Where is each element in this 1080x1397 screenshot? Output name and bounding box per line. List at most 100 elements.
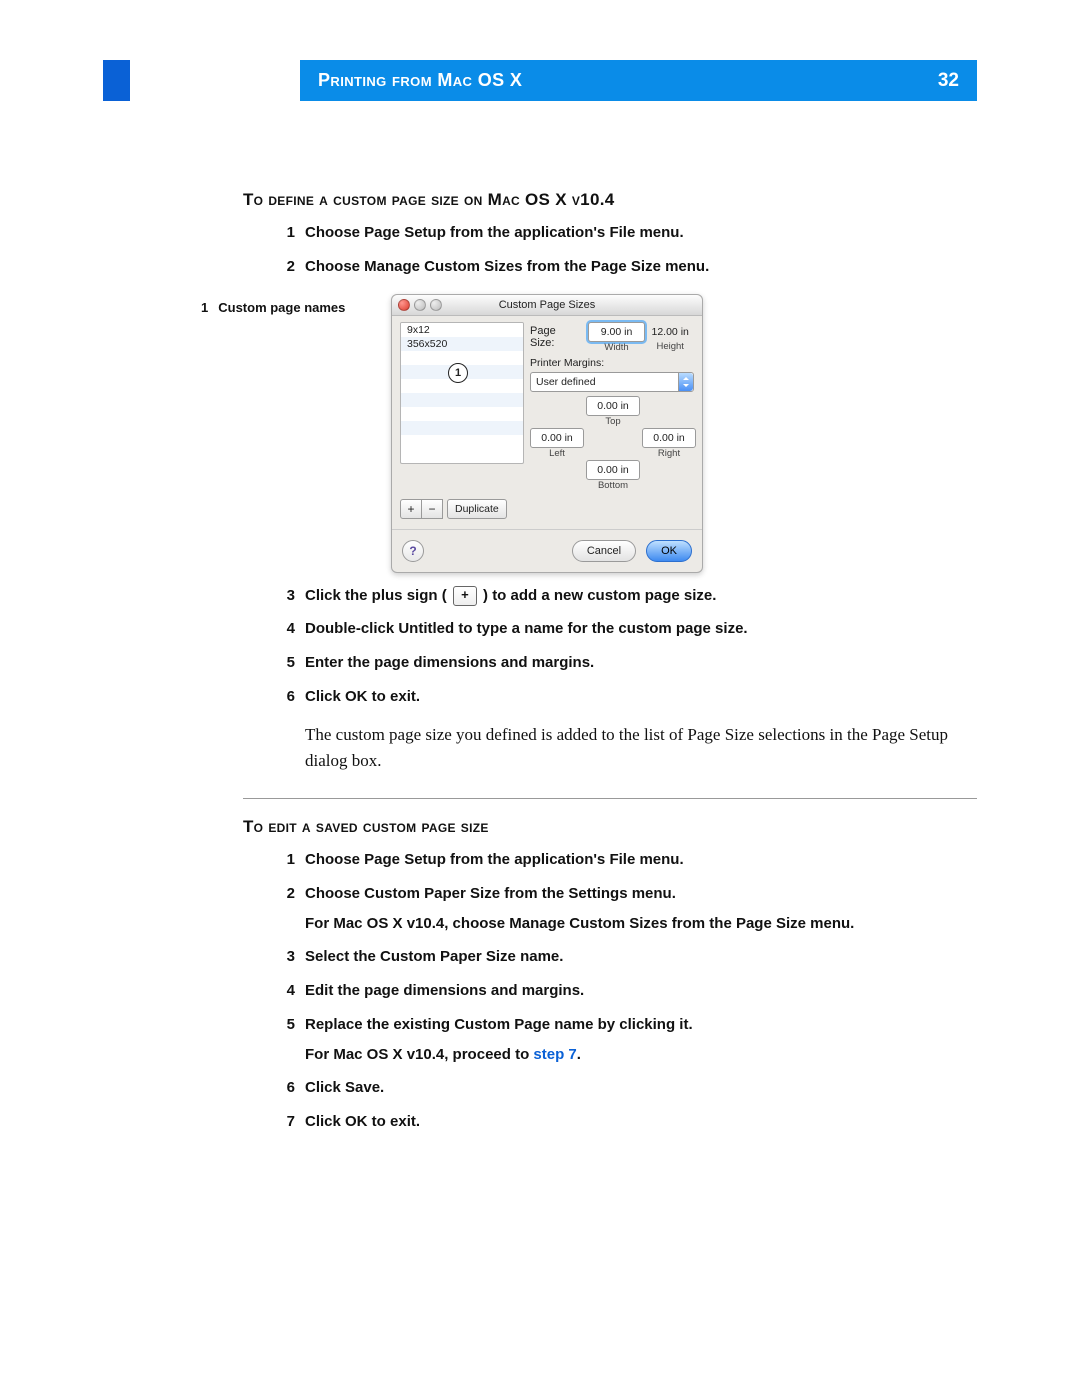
step-text: Edit the page dimensions and margins. [305,980,584,1002]
step-text: Click the plus sign ( + ) to add a new c… [305,585,716,607]
dialog-footer: ? Cancel OK [392,529,702,572]
step-number: 2 [273,258,295,275]
step-text-part: Click the plus sign ( [305,587,451,604]
figure-callout-label: 1 Custom page names [201,294,391,315]
list-item [401,393,523,407]
step-row: 4 Double-click Untitled to type a name f… [273,618,977,640]
step-row: 2 Choose Manage Custom Sizes from the Pa… [273,256,977,278]
page-size-row: Page Size: 9.00 in Width 12.00 in Height [530,322,694,353]
section-heading-edit: To edit a saved custom page size [243,817,977,837]
ok-button[interactable]: OK [646,540,692,562]
dialog-titlebar: Custom Page Sizes [392,295,702,316]
step-subtext-part: For Mac OS X v10.4, proceed to [305,1046,533,1063]
step-link[interactable]: step 7 [533,1046,576,1063]
step-number: 6 [273,1079,295,1096]
custom-sizes-list[interactable]: 9x12 356x520 1 [400,322,524,464]
step-row: 1 Choose Page Setup from the application… [273,222,977,244]
duplicate-button[interactable]: Duplicate [447,499,507,519]
custom-page-sizes-dialog: Custom Page Sizes 9x12 356x520 1 [391,294,703,573]
dialog-tools: + − Duplicate [392,495,702,529]
step-number: 4 [273,620,295,637]
callout-number: 1 [201,300,208,315]
step-row: 1 Choose Page Setup from the application… [273,849,977,871]
step-row: 6 Click OK to exit. [273,686,977,708]
step-row: 7 Click OK to exit. [273,1111,977,1133]
top-margin-input[interactable]: 0.00 in [586,396,640,416]
printer-margins-select[interactable]: User defined [530,372,694,392]
step-text: Choose Page Setup from the application's… [305,849,684,871]
header-accent-block [103,60,130,101]
step-text: Choose Page Setup from the application's… [305,222,684,244]
step-number: 2 [273,885,295,902]
step-text: Enter the page dimensions and margins. [305,652,594,674]
list-item [401,351,523,365]
right-label: Right [658,448,680,459]
dialog-body: 9x12 356x520 1 Page Size: [392,316,702,495]
callout-badge-1: 1 [448,363,468,383]
dialog-settings-panel: Page Size: 9.00 in Width 12.00 in Height [530,322,694,493]
width-input[interactable]: 9.00 in [588,322,646,342]
callout-text: Custom page names [218,300,345,315]
step-number: 3 [273,948,295,965]
close-icon[interactable] [398,299,410,311]
step-text: Click Save. [305,1077,384,1099]
cancel-button[interactable]: Cancel [572,540,636,562]
page-size-label: Page Size: [530,325,581,349]
step-number: 5 [273,654,295,671]
step-text: Click OK to exit. [305,686,420,708]
top-label: Top [605,416,620,427]
step-text: Choose Manage Custom Sizes from the Page… [305,256,709,278]
step-row: 3 Select the Custom Paper Size name. [273,946,977,968]
help-button[interactable]: ? [402,540,424,562]
step-number: 1 [273,851,295,868]
add-button[interactable]: + [400,499,422,519]
remove-button[interactable]: − [422,499,443,519]
list-item [401,421,523,435]
step-subtext: For Mac OS X v10.4, choose Manage Custom… [305,913,977,935]
plus-icon: + [453,586,477,606]
step-row: 5 Replace the existing Custom Page name … [273,1014,977,1036]
list-item[interactable]: 9x12 [401,323,523,337]
step-number: 3 [273,587,295,604]
step-number: 7 [273,1113,295,1130]
page: Printing from Mac OS X 32 To define a cu… [0,0,1080,1397]
zoom-icon[interactable] [430,299,442,311]
step-row: 3 Click the plus sign ( + ) to add a new… [273,585,977,607]
step-text: Click OK to exit. [305,1111,420,1133]
step-text: Double-click Untitled to type a name for… [305,618,748,640]
left-label: Left [549,448,565,459]
step-row: 5 Enter the page dimensions and margins. [273,652,977,674]
printer-margins-select-value: User defined [536,376,596,388]
section-heading-define: To define a custom page size on Mac OS X… [243,190,977,210]
list-item [401,407,523,421]
header-bar: Printing from Mac OS X 32 [300,60,977,101]
step-number: 1 [273,224,295,241]
left-margin-input[interactable]: 0.00 in [530,428,584,448]
step-number: 4 [273,982,295,999]
width-label: Width [604,342,628,353]
step-text: Replace the existing Custom Page name by… [305,1014,693,1036]
step-number: 5 [273,1016,295,1033]
step-row: 4 Edit the page dimensions and margins. [273,980,977,1002]
figure-row: 1 Custom page names Custom Page Sizes 9x… [201,294,977,573]
chevron-updown-icon [678,373,693,391]
step-subtext-part: . [577,1046,581,1063]
body-paragraph: The custom page size you defined is adde… [305,722,977,775]
list-item [401,435,523,449]
printer-margins-label: Printer Margins: [530,357,694,369]
bottom-margin-input[interactable]: 0.00 in [586,460,640,480]
header-title: Printing from Mac OS X [318,70,522,91]
step-text: Choose Custom Paper Size from the Settin… [305,883,676,905]
step-row: 2 Choose Custom Paper Size from the Sett… [273,883,977,905]
list-item[interactable]: 356x520 [401,337,523,351]
right-margin-input[interactable]: 0.00 in [642,428,696,448]
margins-grid: 0.00 in Top 0.00 in Left 0.00 in [530,396,690,493]
step-row: 6 Click Save. [273,1077,977,1099]
bottom-label: Bottom [598,480,628,491]
minimize-icon[interactable] [414,299,426,311]
height-label: Height [656,341,683,352]
step-text-part: ) to add a new custom page size. [479,587,717,604]
step-subtext: For Mac OS X v10.4, proceed to step 7. [305,1044,977,1066]
height-value: 12.00 in [642,323,698,341]
header-page-number: 32 [938,70,959,92]
